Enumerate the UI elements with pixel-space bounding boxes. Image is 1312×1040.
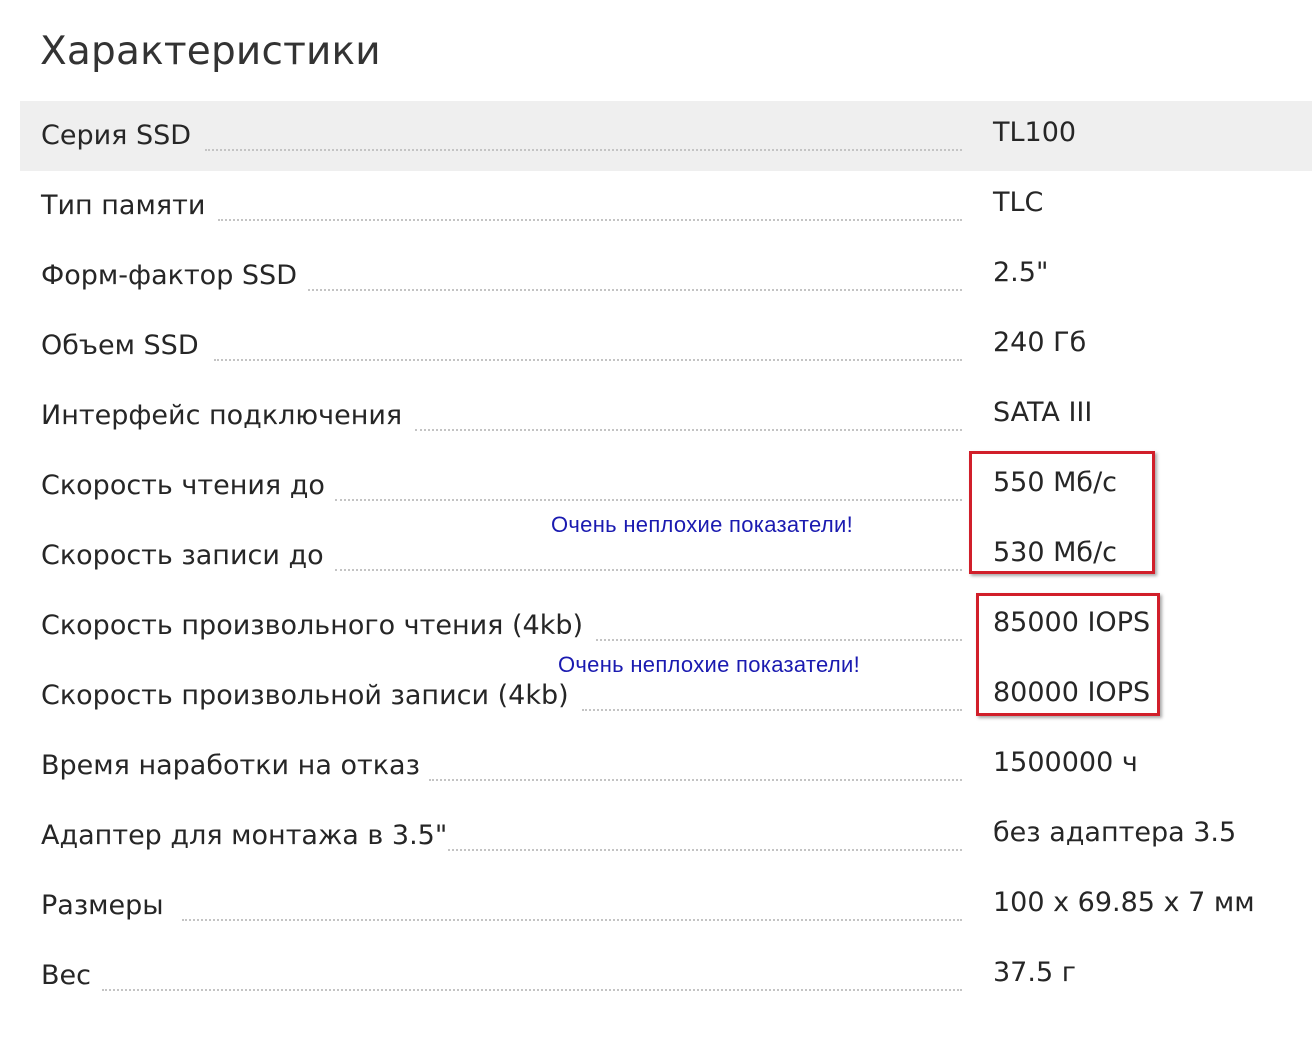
spec-value: без адаптера 3.5 xyxy=(993,817,1237,848)
dotted-leader xyxy=(335,569,962,571)
spec-row-memory-type: Тип памяти TLC xyxy=(20,171,1312,241)
dotted-leader xyxy=(205,149,962,151)
dotted-leader xyxy=(596,639,962,641)
spec-label: Серия SSD xyxy=(41,120,192,151)
spec-label: Скорость чтения до xyxy=(41,470,325,501)
spec-row-dimensions: Размеры 100 x 69.85 x 7 мм xyxy=(20,871,1312,941)
spec-row-capacity: Объем SSD 240 Гб xyxy=(20,311,1312,381)
page-title: Характеристики xyxy=(40,29,381,74)
dotted-leader xyxy=(415,429,962,431)
dotted-leader xyxy=(102,989,962,991)
spec-label: Скорость произвольного чтения (4kb) xyxy=(41,610,584,641)
spec-label: Скорость произвольной записи (4kb) xyxy=(41,680,569,711)
spec-label: Интерфейс подключения xyxy=(41,400,403,431)
spec-label: Время наработки на отказ xyxy=(41,750,420,781)
spec-value: TLC xyxy=(993,187,1044,218)
spec-label: Скорость записи до xyxy=(41,540,324,571)
spec-value: SATA III xyxy=(993,397,1093,428)
spec-row-mtbf: Время наработки на отказ 1500000 ч xyxy=(20,731,1312,801)
spec-value: 240 Гб xyxy=(993,327,1087,358)
spec-value: 2.5" xyxy=(993,257,1049,288)
spec-value: 1500000 ч xyxy=(993,747,1138,778)
dotted-leader xyxy=(182,919,962,921)
spec-label: Форм-фактор SSD xyxy=(41,260,297,291)
dotted-leader xyxy=(448,849,962,851)
dotted-leader xyxy=(429,779,962,781)
spec-label: Вес xyxy=(41,960,91,991)
random-speed-annotation: Очень неплохие показатели! xyxy=(558,652,860,677)
spec-row-weight: Вес 37.5 г xyxy=(20,941,1312,1011)
spec-label: Тип памяти xyxy=(41,190,206,221)
spec-row-ssd-series: Серия SSD TL100 xyxy=(20,101,1312,171)
spec-label: Адаптер для монтажа в 3.5" xyxy=(41,820,448,851)
spec-value: 100 x 69.85 x 7 мм xyxy=(993,887,1255,918)
dotted-leader xyxy=(218,219,962,221)
spec-label: Объем SSD xyxy=(41,330,199,361)
sequential-speed-annotation: Очень неплохие показатели! xyxy=(551,512,853,537)
spec-label: Размеры xyxy=(41,890,164,921)
spec-row-adapter: Адаптер для монтажа в 3.5" без адаптера … xyxy=(20,801,1312,871)
random-speed-highlight-box xyxy=(976,593,1160,716)
spec-value: TL100 xyxy=(993,117,1077,148)
spec-row-interface: Интерфейс подключения SATA III xyxy=(20,381,1312,451)
specs-page: Характеристики Серия SSD TL100 Тип памят… xyxy=(0,0,1312,1040)
spec-value: 37.5 г xyxy=(993,957,1076,988)
dotted-leader xyxy=(335,499,962,501)
dotted-leader xyxy=(214,359,962,361)
dotted-leader xyxy=(582,709,962,711)
spec-row-form-factor: Форм-фактор SSD 2.5" xyxy=(20,241,1312,311)
sequential-speed-highlight-box xyxy=(969,451,1155,574)
dotted-leader xyxy=(308,289,962,291)
